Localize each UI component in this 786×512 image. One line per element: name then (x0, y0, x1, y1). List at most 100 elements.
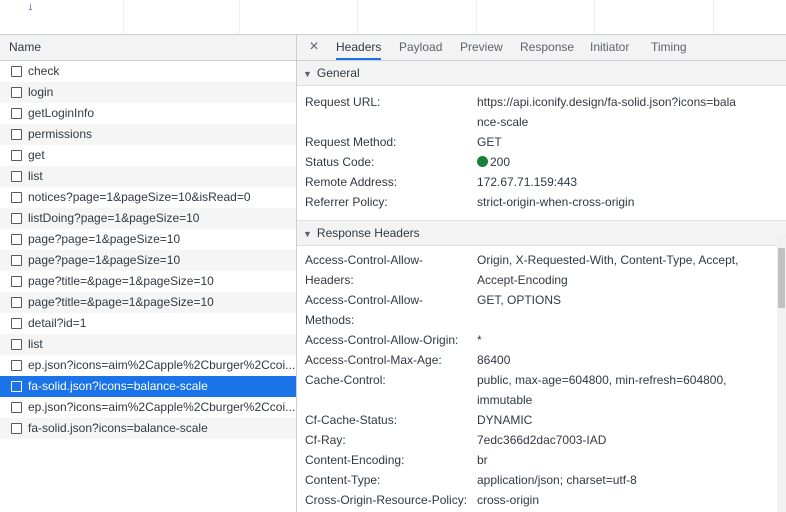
acao-methods-row: Access-Control-Allow-Methods: GET, OPTIO… (297, 290, 786, 330)
request-row[interactable]: page?page=1&pageSize=10 (0, 229, 296, 250)
request-type-icon (11, 108, 22, 119)
request-row[interactable]: list (0, 334, 296, 355)
acao-headers-value: Origin, X-Requested-With, Content-Type, … (477, 253, 739, 287)
request-detail-pane: × Headers Payload Preview Response Initi… (297, 35, 786, 512)
referrer-policy-key: Referrer Policy: (305, 195, 388, 209)
timeline-gridline (476, 0, 477, 34)
expand-triangle-icon: ▼ (303, 229, 312, 239)
cf-cache-status-row: Cf-Cache-Status: DYNAMIC (297, 410, 786, 430)
tab-response[interactable]: Response (520, 35, 574, 60)
request-row-selected[interactable]: fa-solid.json?icons=balance-scale (0, 376, 296, 397)
referrer-policy-row: Referrer Policy: strict-origin-when-cros… (297, 192, 786, 212)
request-name: ep.json?icons=aim%2Capple%2Cburger%2Ccoi… (28, 400, 296, 414)
request-name: fa-solid.json?icons=balance-scale (28, 379, 208, 393)
tab-initiator[interactable]: Initiator (590, 35, 629, 60)
request-method-value: GET (477, 135, 502, 149)
request-url-key: Request URL: (305, 95, 381, 109)
request-type-icon (11, 150, 22, 161)
request-type-icon (11, 255, 22, 266)
status-success-icon (477, 156, 488, 167)
request-type-icon (11, 66, 22, 77)
tab-headers[interactable]: Headers (336, 35, 382, 60)
response-headers-section-header[interactable]: ▼ Response Headers (297, 221, 786, 246)
cf-ray-row: Cf-Ray: 7edc366d2dac7003-IAD (297, 430, 786, 450)
detail-tab-bar: × Headers Payload Preview Response Initi… (297, 35, 786, 61)
cf-ray-value: 7edc366d2dac7003-IAD (477, 433, 607, 447)
request-list-pane: Name check login getLoginInfo permissions ge… (0, 35, 297, 512)
request-name: page?title=&page=1&pageSize=10 (28, 274, 214, 288)
network-overview-timeline[interactable] (0, 0, 786, 35)
cf-cache-status-key: Cf-Cache-Status: (305, 413, 398, 427)
request-name: get (28, 148, 45, 162)
request-type-icon (11, 276, 22, 287)
request-type-icon (11, 402, 22, 413)
remote-address-row: Remote Address: 172.67.71.159:443 (297, 172, 786, 192)
request-name: notices?page=1&pageSize=10&isRead=0 (28, 190, 251, 204)
request-row[interactable]: ep.json?icons=aim%2Capple%2Cburger%2Ccoi… (0, 397, 296, 418)
request-row[interactable]: page?title=&page=1&pageSize=10 (0, 271, 296, 292)
request-name: list (28, 337, 43, 351)
tab-timing[interactable]: Timing (651, 35, 687, 60)
request-row[interactable]: listDoing?page=1&pageSize=10 (0, 208, 296, 229)
general-section-header[interactable]: ▼ General (297, 61, 786, 86)
request-row[interactable]: page?page=1&pageSize=10 (0, 250, 296, 271)
request-type-icon (11, 129, 22, 140)
acao-origin-key: Access-Control-Allow-Origin: (305, 333, 459, 347)
request-row[interactable]: check (0, 61, 296, 82)
request-type-icon (11, 87, 22, 98)
general-section-title: General (316, 66, 360, 80)
detail-scrollbar-thumb[interactable] (778, 248, 785, 308)
content-encoding-value: br (477, 453, 488, 467)
request-row[interactable]: get (0, 145, 296, 166)
response-headers-section-title: Response Headers (316, 226, 420, 240)
request-type-icon (11, 339, 22, 350)
request-row[interactable]: notices?page=1&pageSize=10&isRead=0 (0, 187, 296, 208)
remote-address-value: 172.67.71.159:443 (477, 175, 578, 189)
request-row[interactable]: list (0, 166, 296, 187)
close-icon[interactable]: × (307, 38, 321, 56)
request-name: page?page=1&pageSize=10 (28, 253, 181, 267)
request-row[interactable]: fa-solid.json?icons=balance-scale (0, 418, 296, 439)
tab-payload[interactable]: Payload (399, 35, 442, 60)
request-row[interactable]: login (0, 82, 296, 103)
request-row[interactable]: detail?id=1 (0, 313, 296, 334)
request-url-row: Request URL: https://api.iconify.design/… (297, 92, 786, 132)
acao-methods-key: Access-Control-Allow-Methods: (305, 293, 424, 327)
timeline-request-mark (29, 9, 32, 10)
status-code-value: 200 (490, 155, 511, 169)
tab-preview[interactable]: Preview (460, 35, 503, 60)
acao-origin-value: * (477, 333, 482, 347)
request-name: ep.json?icons=aim%2Capple%2Cburger%2Ccoi… (28, 358, 296, 372)
request-name: page?title=&page=1&pageSize=10 (28, 295, 214, 309)
content-type-row: Content-Type: application/json; charset=… (297, 470, 786, 490)
status-code-key: Status Code: (305, 155, 375, 169)
request-row[interactable]: page?title=&page=1&pageSize=10 (0, 292, 296, 313)
request-name: login (28, 85, 54, 99)
name-column-header[interactable]: Name (0, 35, 296, 61)
status-code-row: Status Code: 200 (297, 152, 786, 172)
cf-ray-key: Cf-Ray: (305, 433, 346, 447)
timeline-gridline (239, 0, 240, 34)
max-age-value: 86400 (477, 353, 511, 367)
request-method-key: Request Method: (305, 135, 397, 149)
corp-value: cross-origin (477, 493, 540, 507)
request-name: detail?id=1 (28, 316, 87, 330)
corp-key: Cross-Origin-Resource-Policy: (305, 493, 468, 507)
request-list: check login getLoginInfo permissions get list… (0, 61, 296, 439)
request-type-icon (11, 381, 22, 392)
request-type-icon (11, 171, 22, 182)
request-name: permissions (28, 127, 93, 141)
acao-origin-row: Access-Control-Allow-Origin: * (297, 330, 786, 350)
corp-row: Cross-Origin-Resource-Policy: cross-orig… (297, 490, 786, 510)
expand-triangle-icon: ▼ (303, 69, 312, 79)
request-row[interactable]: getLoginInfo (0, 103, 296, 124)
request-row[interactable]: ep.json?icons=aim%2Capple%2Cburger%2Ccoi… (0, 355, 296, 376)
cf-cache-status-value: DYNAMIC (477, 413, 533, 427)
request-row[interactable]: permissions (0, 124, 296, 145)
content-encoding-row: Content-Encoding: br (297, 450, 786, 470)
cache-control-value: public, max-age=604800, min-refresh=6048… (477, 373, 727, 407)
request-name: getLoginInfo (28, 106, 95, 120)
request-type-icon (11, 192, 22, 203)
timeline-gridline (357, 0, 358, 34)
content-encoding-key: Content-Encoding: (305, 453, 405, 467)
